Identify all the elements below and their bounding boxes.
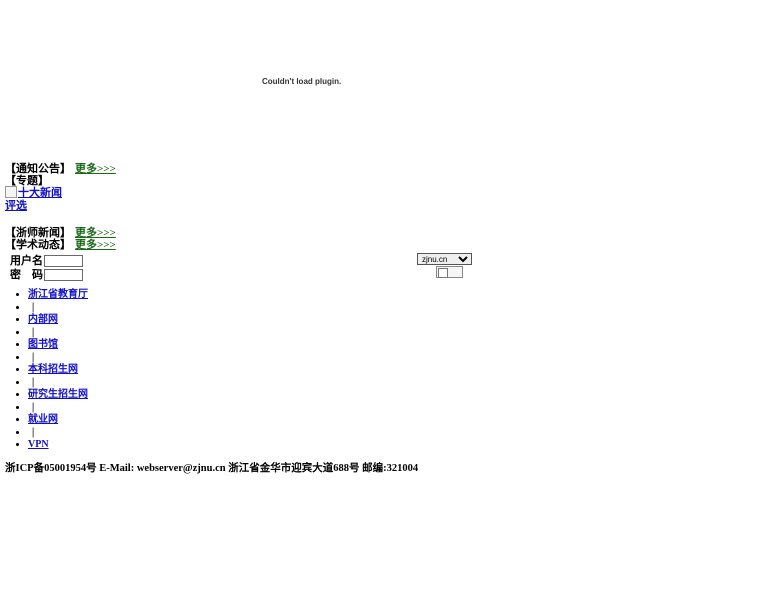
login-button[interactable] <box>436 266 463 278</box>
domain-select[interactable]: zjnu.cn <box>417 253 472 265</box>
list-item: 就业网 <box>28 414 88 427</box>
list-separator: | <box>28 327 88 340</box>
list-separator: | <box>28 402 88 415</box>
special-banner-cont[interactable]: 评选 <box>5 197 27 213</box>
list-separator: | <box>28 427 88 440</box>
academic-section: 【学术动态】 更多>>> <box>5 236 116 252</box>
link-intranet[interactable]: 内部网 <box>28 314 58 325</box>
list-separator: | <box>28 377 88 390</box>
link-undergrad-admission[interactable]: 本科招生网 <box>28 364 78 375</box>
list-item: 研究生招生网 <box>28 389 88 402</box>
password-row: 密 码 <box>10 266 83 282</box>
link-employment[interactable]: 就业网 <box>28 414 58 425</box>
password-input[interactable] <box>44 269 83 282</box>
link-education-dept[interactable]: 浙江省教育厅 <box>28 289 88 300</box>
link-vpn[interactable]: VPN <box>28 439 49 450</box>
list-item: 图书馆 <box>28 339 88 352</box>
academic-more-link[interactable]: 更多>>> <box>75 239 116 251</box>
link-library[interactable]: 图书馆 <box>28 339 58 350</box>
notice-more-link[interactable]: 更多>>> <box>75 163 116 175</box>
academic-heading: 【学术动态】 <box>5 239 71 251</box>
password-label: 密 码 <box>10 269 43 281</box>
footer-info: 浙ICP备05001954号 E-Mail: webserver@zjnu.cn… <box>5 463 419 474</box>
link-graduate-admission[interactable]: 研究生招生网 <box>28 389 88 400</box>
list-separator: | <box>28 302 88 315</box>
list-item: VPN <box>28 439 88 452</box>
footer-links-list: 浙江省教育厅 | 内部网 | 图书馆 | 本科招生网 | 研究生招生网 | 就业… <box>8 289 88 452</box>
list-item: 内部网 <box>28 314 88 327</box>
broken-image-icon <box>438 268 448 278</box>
list-separator: | <box>28 352 88 365</box>
plugin-error-message: Couldn't load plugin. <box>262 77 342 86</box>
list-item: 浙江省教育厅 <box>28 289 88 302</box>
list-item: 本科招生网 <box>28 364 88 377</box>
special-banner-link-2[interactable]: 评选 <box>5 200 27 212</box>
